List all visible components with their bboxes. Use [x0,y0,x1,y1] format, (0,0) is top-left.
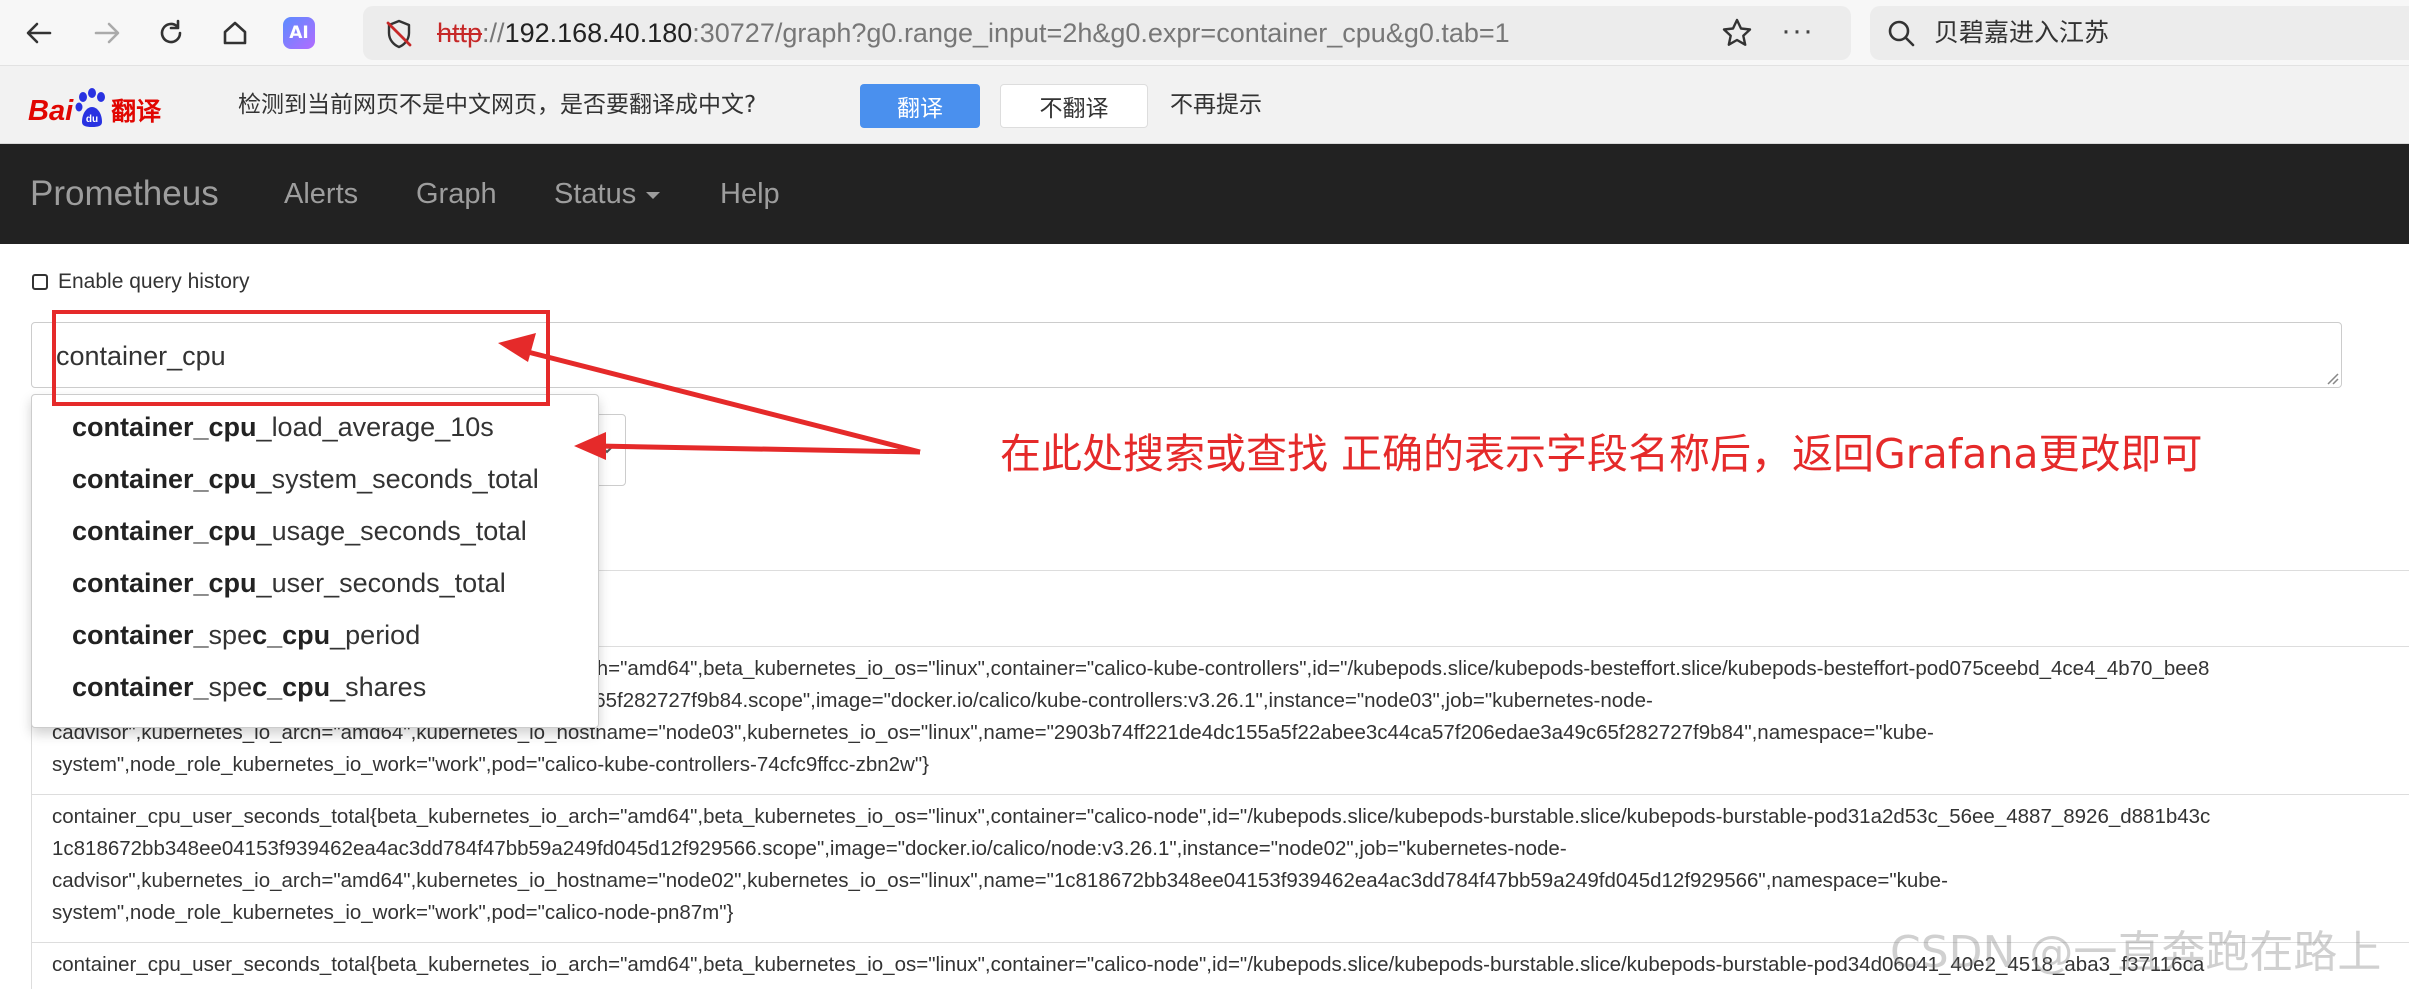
annotation-text: 在此处搜索或查找 正确的表示字段名称后，返回Grafana更改即可 [1000,430,2203,478]
baidu-paw-icon: du [75,88,106,127]
autocomplete-item[interactable]: container_spec_cpu_shares [72,661,426,713]
autocomplete-rest: _shares [330,672,427,702]
forward-arrow-icon [94,22,120,44]
address-bar[interactable]: http://192.168.40.180:30727/graph?g0.ran… [363,6,1851,60]
translate-button[interactable]: 翻译 [860,84,980,128]
baidu-logo-bai: Bai [28,95,74,127]
autocomplete-mid: spe [208,672,253,702]
autocomplete-match: container_ [72,620,209,650]
annotation-highlight-box [52,310,550,406]
autocomplete-item[interactable]: container_cpu_user_seconds_total [72,557,506,609]
nav-status-label: Status [554,178,637,210]
not-secure-icon[interactable] [383,18,415,50]
autocomplete-rest: _user_seconds_total [256,568,506,598]
caret-down-icon [646,191,661,199]
result-line: cadvisor",kubernetes_io_arch="amd64",kub… [52,869,1948,892]
browser-search-box[interactable]: 贝碧嘉进入江苏 [1870,6,2409,60]
result-line: system",node_role_kubernetes_io_work="wo… [52,753,929,776]
autocomplete-match: container_cpu [72,516,257,546]
nav-alerts[interactable]: Alerts [284,144,358,244]
ai-assistant-icon[interactable]: AI [283,17,315,49]
dont-show-again-button[interactable]: 不再提示 [1170,66,1262,144]
autocomplete-match: c_cpu [252,620,331,650]
reload-icon [160,19,182,44]
reload-button[interactable] [150,12,192,54]
autocomplete-match: c_cpu [252,672,331,702]
back-button[interactable] [18,12,60,54]
autocomplete-match: container_ [72,672,209,702]
url-path: :30727/graph?g0.range_input=2h&g0.expr=c… [692,18,1510,48]
chevron-down-icon [601,446,613,454]
autocomplete-dropdown: container_cpu_load_average_10s container… [31,394,599,728]
autocomplete-item[interactable]: container_cpu_load_average_10s [72,401,494,453]
result-line: container_cpu_user_seconds_total{beta_ku… [52,805,2211,828]
url-host: 192.168.40.180 [504,18,693,48]
translate-message: 检测到当前网页不是中文网页，是否要翻译成中文? [238,92,757,118]
autocomplete-rest: _load_average_10s [256,412,494,442]
browser-toolbar: AI http://192.168.40.180:30727/graph?g0.… [0,0,2409,66]
baidu-translate-logo: Bai du 翻译 [28,82,161,128]
translate-bar: Bai du 翻译 检测到当前网页不是中文网页，是否要翻译成中文? 翻译 不翻译… [0,66,2409,144]
watermark: CSDN @一直奔跑在路上 [1890,927,2382,978]
result-line: 1c818672bb348ee04153f939462ea4ac3dd784f4… [52,837,1567,860]
nav-status[interactable]: Status [554,144,661,244]
autocomplete-item[interactable]: container_cpu_usage_seconds_total [72,505,527,557]
search-icon [1888,20,1915,47]
baidu-logo-fanyi: 翻译 [111,97,162,126]
bookmark-star-icon[interactable] [1721,17,1753,49]
nav-graph[interactable]: Graph [416,144,497,244]
query-history-toggle[interactable]: Enable query history [32,268,249,296]
autocomplete-item[interactable]: container_cpu_system_seconds_total [72,453,539,505]
autocomplete-mid: spe [208,620,253,650]
home-button[interactable] [214,12,256,54]
forward-button[interactable] [86,12,128,54]
autocomplete-match: container_cpu [72,464,257,494]
autocomplete-match: container_cpu [72,412,257,442]
url-text[interactable]: http://192.168.40.180:30727/graph?g0.ran… [437,6,1510,60]
back-arrow-icon [26,22,52,44]
home-icon [223,21,247,45]
autocomplete-item[interactable]: container_spec_cpu_period [72,609,420,661]
query-history-checkbox[interactable] [32,274,48,290]
url-separator: :// [482,18,505,48]
nav-help[interactable]: Help [720,144,780,244]
autocomplete-match: container_cpu [72,568,257,598]
prometheus-brand[interactable]: Prometheus [30,144,219,244]
autocomplete-rest: _period [330,620,421,650]
url-protocol: http [437,18,483,48]
no-translate-button[interactable]: 不翻译 [1000,84,1148,128]
autocomplete-rest: _usage_seconds_total [256,516,527,546]
query-history-label: Enable query history [58,270,250,293]
prometheus-navbar: Prometheus Alerts Graph Status Help [0,144,2409,244]
resize-handle-icon[interactable] [2325,371,2339,385]
more-options-icon[interactable]: ··· [1781,14,1814,48]
autocomplete-rest: _system_seconds_total [256,464,539,494]
baidu-paw-du: du [86,114,98,125]
search-suggestion-text: 贝碧嘉进入江苏 [1934,18,2110,47]
